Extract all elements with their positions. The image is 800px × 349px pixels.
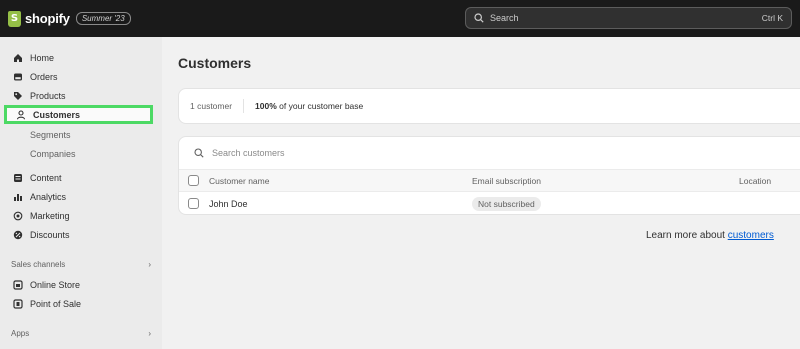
edition-badge[interactable]: Summer '23 — [75, 12, 131, 25]
stats-divider — [243, 99, 245, 113]
logo-text: shopify — [25, 11, 70, 26]
sales-channels-label: Sales channels — [11, 260, 66, 269]
sidebar-item-label: Segments — [30, 129, 71, 140]
sidebar-item-analytics[interactable]: Analytics — [4, 187, 153, 206]
sidebar-item-label: Point of Sale — [30, 298, 82, 309]
home-icon — [12, 52, 23, 63]
select-all-checkbox[interactable] — [188, 175, 199, 186]
learn-more-customers-link[interactable]: customers — [728, 230, 774, 241]
orders-icon — [12, 71, 23, 82]
customer-count: 1 customer — [190, 101, 233, 111]
sidebar-item-segments[interactable]: Segments — [4, 125, 153, 144]
sidebar-item-orders[interactable]: Orders — [4, 67, 153, 86]
target-icon — [12, 210, 23, 221]
search-shortcut: Ctrl K — [761, 13, 783, 23]
sidebar-item-content[interactable]: Content — [4, 168, 153, 187]
sidebar-item-label: Analytics — [30, 191, 67, 202]
sidebar-item-label: Marketing — [30, 210, 70, 221]
sidebar: Home Orders Products Customers Segments … — [0, 37, 162, 349]
sidebar-item-label: Companies — [30, 148, 76, 159]
shopify-bag-icon: S — [8, 10, 21, 27]
sidebar-item-label: Online Store — [30, 279, 81, 290]
sidebar-item-label: Products — [30, 90, 66, 101]
column-header-location[interactable]: Location — [739, 176, 771, 186]
sidebar-item-label: Content — [30, 172, 62, 183]
chevron-right-icon: › — [148, 329, 151, 338]
discount-icon — [12, 229, 23, 240]
email-subscription-badge: Not subscribed — [472, 196, 541, 211]
sidebar-item-marketing[interactable]: Marketing — [4, 206, 153, 225]
column-header-customer-name[interactable]: Customer name — [209, 176, 269, 186]
table-row[interactable]: John Doe Not subscribed — [179, 192, 800, 214]
sidebar-item-home[interactable]: Home — [4, 48, 153, 67]
sidebar-item-companies[interactable]: Companies — [4, 144, 153, 163]
sidebar-item-label: Home — [30, 52, 55, 63]
customer-search-input[interactable]: Search customers — [179, 137, 800, 170]
sales-channels-header[interactable]: Sales channels › — [11, 260, 151, 269]
search-placeholder: Search — [490, 13, 519, 23]
person-icon — [15, 109, 26, 120]
customer-name-cell[interactable]: John Doe — [209, 199, 248, 209]
learn-more-text: Learn more about customers — [646, 230, 774, 241]
top-bar: S shopify Summer '23 Search Ctrl K — [0, 0, 800, 37]
sidebar-item-online-store[interactable]: Online Store — [4, 275, 153, 294]
shopify-logo[interactable]: S shopify — [8, 10, 70, 27]
sidebar-item-label: Orders — [30, 71, 58, 82]
logo-mark: S — [10, 13, 19, 24]
search-icon — [194, 148, 204, 158]
sidebar-item-point-of-sale[interactable]: Point of Sale — [4, 294, 153, 313]
tag-icon — [12, 90, 23, 101]
learn-more-prefix: Learn more about — [646, 230, 728, 241]
customer-base-label: of your customer base — [276, 101, 364, 111]
global-search-input[interactable]: Search Ctrl K — [465, 7, 792, 29]
chevron-right-icon: › — [148, 260, 151, 269]
table-header: Customer name Email subscription Locatio… — [179, 170, 800, 192]
customer-base-percent: 100% — [255, 101, 277, 111]
page-title: Customers — [178, 55, 252, 71]
main-content: Customers 1 customer 100% of your custom… — [162, 37, 800, 349]
customer-base-text: 100% of your customer base — [255, 101, 363, 111]
customer-stats-card: 1 customer 100% of your customer base — [178, 88, 800, 124]
customer-search-placeholder: Search customers — [212, 148, 285, 158]
store-icon — [12, 279, 23, 290]
search-icon — [474, 13, 484, 23]
sidebar-item-label: Discounts — [30, 229, 70, 240]
sidebar-item-customers[interactable]: Customers — [4, 105, 153, 124]
apps-header[interactable]: Apps › — [11, 329, 151, 338]
column-header-email-subscription[interactable]: Email subscription — [472, 176, 541, 186]
pos-icon — [12, 298, 23, 309]
sidebar-item-discounts[interactable]: Discounts — [4, 225, 153, 244]
row-checkbox[interactable] — [188, 198, 199, 209]
sidebar-item-label: Customers — [33, 109, 81, 120]
content-icon — [12, 172, 23, 183]
customers-table: Search customers Customer name Email sub… — [178, 136, 800, 215]
apps-label: Apps — [11, 329, 30, 338]
sidebar-item-products[interactable]: Products — [4, 86, 153, 105]
bar-chart-icon — [12, 191, 23, 202]
